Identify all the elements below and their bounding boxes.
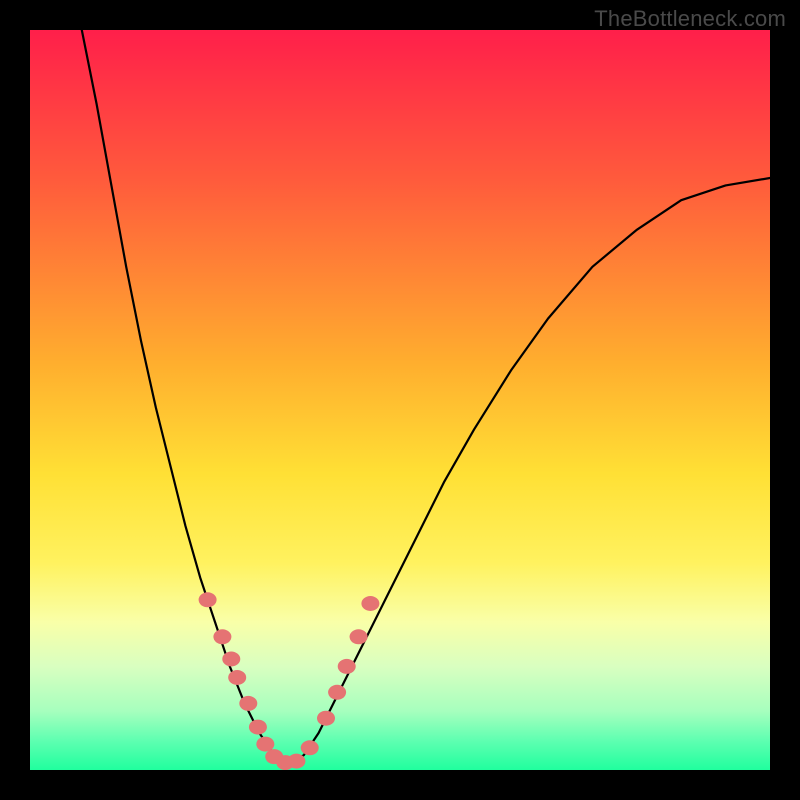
highlight-dot: [199, 592, 217, 607]
highlight-dot: [301, 740, 319, 755]
highlight-dot: [287, 754, 305, 769]
highlight-dot: [338, 659, 356, 674]
watermark-text: TheBottleneck.com: [594, 6, 786, 32]
highlight-dot: [213, 629, 231, 644]
highlight-dot: [256, 737, 274, 752]
highlight-dot: [317, 711, 335, 726]
plot-area: [30, 30, 770, 770]
highlight-dot: [222, 652, 240, 667]
highlight-dot: [350, 629, 368, 644]
highlight-dot: [228, 670, 246, 685]
chart-frame: TheBottleneck.com: [0, 0, 800, 800]
gradient-background: [30, 30, 770, 770]
highlight-dot: [239, 696, 257, 711]
highlight-dot: [249, 720, 267, 735]
highlight-dot: [361, 596, 379, 611]
highlight-dot: [328, 685, 346, 700]
plot-svg: [30, 30, 770, 770]
